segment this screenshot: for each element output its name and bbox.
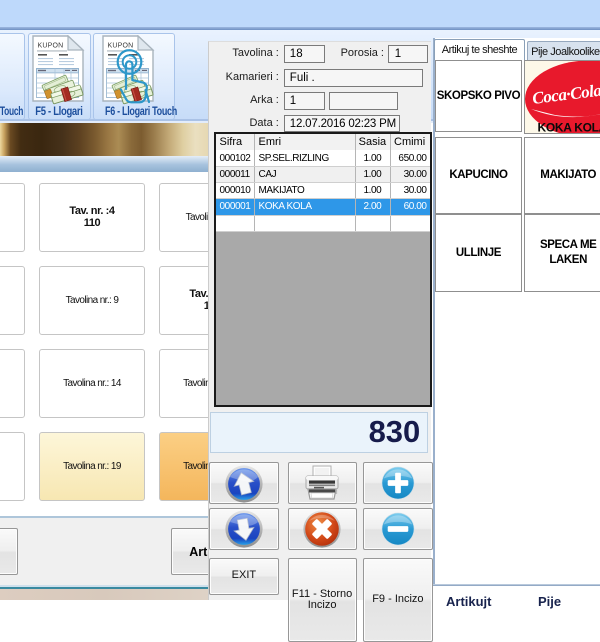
svg-text:KOKA KOLA: KOKA KOLA bbox=[538, 121, 600, 135]
